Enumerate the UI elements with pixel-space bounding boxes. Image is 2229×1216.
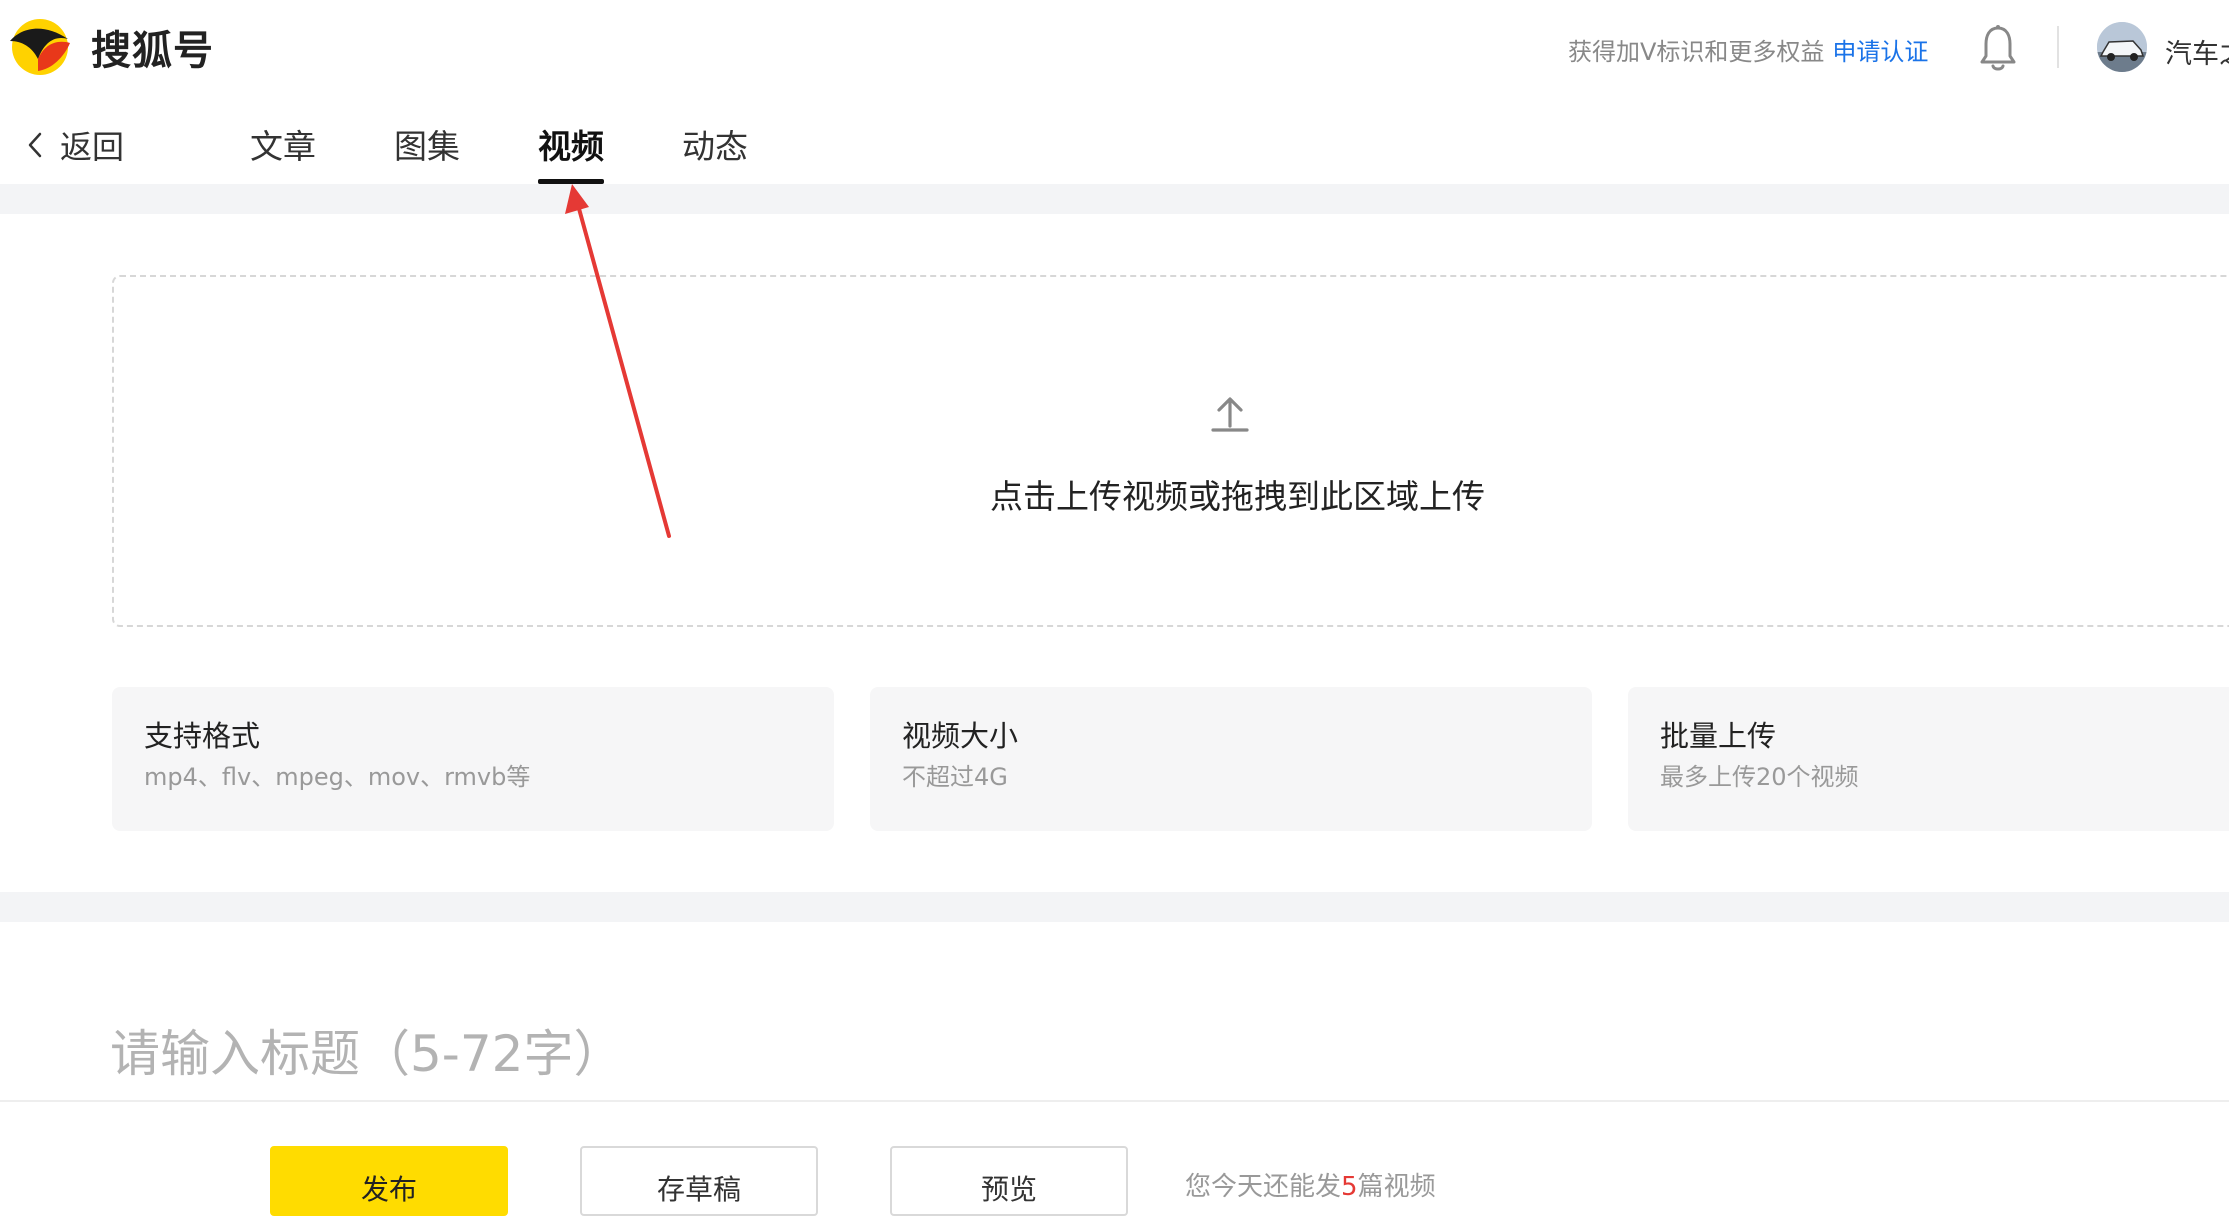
tab-article[interactable]: 文章 <box>250 120 316 168</box>
fox-logo-icon <box>10 19 70 75</box>
upload-prompt: 点击上传视频或拖拽到此区域上传 <box>990 477 1485 516</box>
card-title: 视频大小 <box>902 719 1019 753</box>
editor-nav: 返回 文章 图集 视频 动态 <box>0 98 2229 184</box>
avatar[interactable] <box>2097 22 2147 72</box>
publish-button[interactable]: 发布 <box>270 1146 508 1216</box>
logo-text: 搜狐号 <box>91 28 214 74</box>
top-header: 搜狐号 获得加V标识和更多权益申请认证 汽车之 <box>0 0 2229 98</box>
info-card-size: 视频大小 不超过4G <box>870 687 1592 831</box>
info-card-formats: 支持格式 mp4、flv、mpeg、mov、rmvb等 <box>112 687 834 831</box>
promo-text: 获得加V标识和更多权益 <box>1568 38 1825 66</box>
header-divider <box>2057 26 2059 68</box>
save-draft-button[interactable]: 存草稿 <box>580 1146 818 1216</box>
tab-moments[interactable]: 动态 <box>682 120 748 168</box>
preview-button[interactable]: 预览 <box>890 1146 1128 1216</box>
sohu-logo[interactable]: 搜狐号 <box>8 17 214 77</box>
verification-promo: 获得加V标识和更多权益 申请认证 <box>1568 32 1928 67</box>
quota-count: 5 <box>1341 1172 1358 1202</box>
quota-prefix: 您今天还能发 <box>1185 1172 1342 1202</box>
tab-video[interactable]: 视频 <box>538 120 604 168</box>
username[interactable]: 汽车之 <box>2165 32 2229 71</box>
video-upload-dropzone[interactable] <box>112 275 2229 627</box>
info-card-batch: 批量上传 最多上传20个视频 <box>1628 687 2229 831</box>
upload-arrow-icon <box>1211 397 1249 432</box>
tab-gallery[interactable]: 图集 <box>394 120 460 168</box>
quota-suffix: 篇视频 <box>1357 1172 1436 1202</box>
card-desc: 不超过4G <box>902 763 1008 791</box>
publish-quota-note: 您今天还能发5篇视频 <box>1185 1166 1436 1203</box>
bell-icon[interactable] <box>1978 24 2018 72</box>
section-separator <box>0 184 2229 214</box>
card-desc: mp4、flv、mpeg、mov、rmvb等 <box>144 763 531 791</box>
apply-verification-link[interactable]: 申请认证 <box>1832 38 1928 66</box>
chevron-left-icon <box>28 132 42 158</box>
title-input[interactable] <box>108 1010 2012 1098</box>
car-avatar-icon <box>2097 22 2147 72</box>
card-desc: 最多上传20个视频 <box>1660 763 1859 791</box>
card-title: 支持格式 <box>144 719 261 753</box>
card-title: 批量上传 <box>1660 719 1777 753</box>
back-label: 返回 <box>60 128 125 166</box>
section-separator <box>0 892 2229 922</box>
back-button[interactable]: 返回 <box>24 122 124 168</box>
